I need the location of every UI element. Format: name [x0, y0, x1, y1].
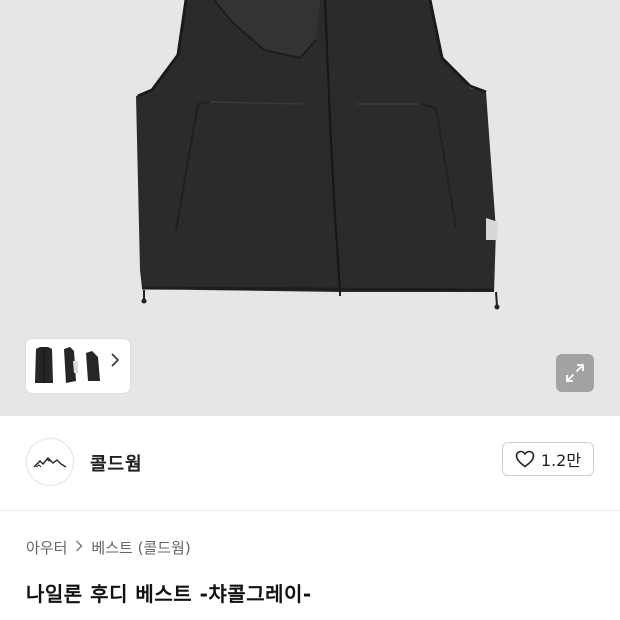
heart-outline-icon: [515, 450, 535, 468]
thumbnail-strip[interactable]: [26, 339, 130, 393]
seller-row: 콜드웜 1.2만: [0, 416, 620, 512]
product-gallery[interactable]: [0, 0, 620, 416]
product-page: 콜드웜 1.2만 아우터 베스트 (콜드웜) 나일론 후디 베스트 -챠콜그레이…: [0, 0, 620, 620]
mountain-logo-icon: [33, 456, 67, 468]
chevron-right-icon[interactable]: [110, 353, 126, 379]
seller-name[interactable]: 콜드웜: [90, 450, 143, 476]
breadcrumb: 아우터 베스트 (콜드웜): [26, 537, 191, 558]
expand-icon: [566, 364, 584, 382]
breadcrumb-subcategory[interactable]: 베스트 (콜드웜): [91, 537, 190, 558]
expand-button[interactable]: [556, 354, 594, 392]
like-button[interactable]: 1.2만: [502, 442, 594, 476]
like-count: 1.2만: [540, 451, 582, 470]
product-title: 나일론 후디 베스트 -챠콜그레이-: [26, 582, 312, 606]
breadcrumb-category[interactable]: 아우터: [26, 537, 67, 558]
seller-avatar[interactable]: [26, 438, 74, 486]
section-divider: [0, 510, 620, 511]
chevron-right-icon: [75, 540, 83, 556]
